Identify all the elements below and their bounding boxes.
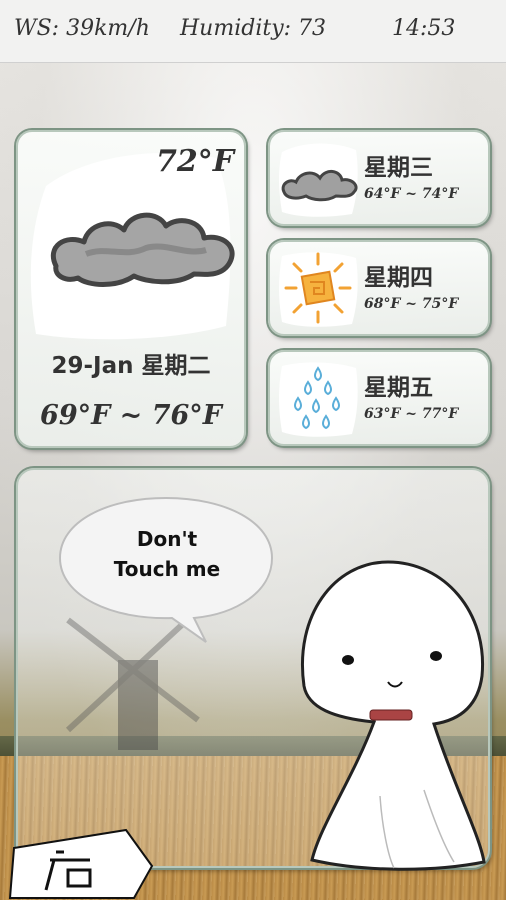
forecast-day-label: 星期四 [364, 265, 433, 291]
forecast-card-friday[interactable]: 星期五 63°F ~ 77°F [268, 350, 490, 446]
forecast-temp-range: 64°F ~ 74°F [364, 186, 459, 202]
store-button[interactable] [6, 826, 156, 900]
speech-bubble-text: Don't Touch me [68, 524, 266, 584]
forecast-day-label: 星期五 [364, 375, 433, 401]
rain-icon [279, 362, 358, 437]
clock-text: 14:53 [392, 16, 456, 41]
forecast-temp-range: 68°F ~ 75°F [364, 296, 459, 312]
speech-line-2: Touch me [113, 557, 221, 581]
forecast-card-thursday[interactable]: 星期四 68°F ~ 75°F [268, 240, 490, 336]
sun-icon [279, 252, 358, 327]
forecast-temp-range: 63°F ~ 77°F [364, 406, 459, 422]
today-date: 29-Jan 星期二 [51, 353, 211, 379]
current-temperature: 72°F [155, 144, 234, 179]
cloud-icon [279, 143, 358, 217]
forecast-day-label: 星期三 [364, 155, 433, 181]
today-temp-range: 69°F ~ 76°F [40, 400, 222, 431]
speech-line-1: Don't [136, 527, 198, 551]
status-bar: WS: 39km/h Humidity: 73 14:53 [0, 0, 506, 63]
wind-speed-text: WS: 39km/h [14, 16, 150, 41]
forecast-card-wednesday[interactable]: 星期三 64°F ~ 74°F [268, 130, 490, 226]
teru-teru-bozu-character[interactable] [284, 556, 498, 872]
today-weather-card[interactable]: 72°F 29-Jan 星期二 69°F ~ 76°F [16, 130, 246, 448]
humidity-text: Humidity: 73 [180, 16, 327, 41]
store-icon [8, 828, 154, 899]
